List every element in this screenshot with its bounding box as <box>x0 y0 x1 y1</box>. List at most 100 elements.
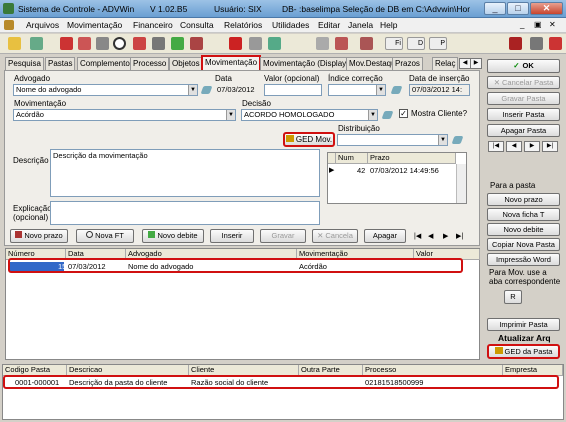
first-pasta-icon[interactable]: |◀ <box>488 141 504 152</box>
nova-ft-label: Nova FT <box>95 231 124 240</box>
prev-record-icon[interactable]: ◀ <box>428 232 433 240</box>
table-row[interactable]: 15 07/03/2012 Nome do advogado Acórdão <box>6 261 479 272</box>
novo-debite-pasta-button[interactable]: Novo debite <box>487 223 560 236</box>
chevron-down-icon[interactable]: ▼ <box>226 110 235 120</box>
menu-editar[interactable]: Editar <box>318 20 340 30</box>
menu-consulta[interactable]: Consulta <box>180 20 214 30</box>
phone-icon[interactable] <box>229 37 242 50</box>
calculator-icon[interactable] <box>509 37 522 50</box>
mostra-cliente-checkbox[interactable]: ✓ <box>399 109 408 118</box>
cancela-button[interactable]: ✕ Cancela <box>312 229 358 243</box>
descricao-textarea[interactable]: Descrição da movimentação <box>50 149 320 197</box>
apagar-button[interactable]: Apagar <box>364 229 406 243</box>
tab-pesquisa[interactable]: Pesquisa <box>5 57 44 70</box>
link-icon[interactable] <box>360 37 373 50</box>
tab-objetos[interactable]: Objetos <box>169 57 203 70</box>
last-record-icon[interactable]: ▶| <box>456 232 463 240</box>
menu-relatorios[interactable]: Relatórios <box>224 20 262 30</box>
movimentacao-select[interactable]: Acórdão ▼ <box>13 109 236 121</box>
ged-da-pasta-button[interactable]: GED da Pasta <box>487 344 560 359</box>
chevron-down-icon[interactable]: ▼ <box>188 85 197 95</box>
mail-icon[interactable] <box>268 37 281 50</box>
clock-icon[interactable] <box>113 37 126 50</box>
advogado-select[interactable]: Nome do advogado ▼ <box>13 84 198 96</box>
menu-help[interactable]: Help <box>380 20 397 30</box>
fi-icon[interactable]: Fi <box>385 37 403 50</box>
inserir-button[interactable]: Inserir <box>210 229 254 243</box>
folder-icon[interactable] <box>8 37 21 50</box>
r-button[interactable]: R <box>504 290 522 304</box>
chevron-down-icon[interactable]: ▼ <box>438 135 447 145</box>
report-icon[interactable] <box>190 37 203 50</box>
tab-prazos[interactable]: Prazos <box>392 57 423 70</box>
gravar-pasta-button[interactable]: Gravar Pasta <box>487 92 560 105</box>
tab-relacoes[interactable]: Relaç <box>432 57 458 70</box>
impressao-word-button[interactable]: Impressão Word <box>487 253 560 266</box>
last-pasta-icon[interactable]: ▶| <box>542 141 558 152</box>
tab-pastas[interactable]: Pastas <box>45 57 76 70</box>
data-insercao-field[interactable]: 07/03/2012 14: <box>409 84 470 96</box>
next-pasta-icon[interactable]: ▶ <box>524 141 540 152</box>
nova-ficha-button[interactable]: Nova ficha T <box>487 208 560 221</box>
novo-prazo-pasta-button[interactable]: Novo prazo <box>487 193 560 206</box>
prev-pasta-icon[interactable]: ◀ <box>506 141 522 152</box>
chevron-down-icon[interactable]: ▼ <box>376 85 385 95</box>
table-icon[interactable] <box>530 37 543 50</box>
copiar-nova-pasta-button[interactable]: Copiar Nova Pasta <box>487 238 560 251</box>
novo-prazo-button[interactable]: Novo prazo <box>10 229 68 243</box>
inserir-pasta-button[interactable]: Inserir Pasta <box>487 108 560 121</box>
nav-icon[interactable] <box>335 37 348 50</box>
menu-arquivos[interactable]: Arquivos <box>26 20 59 30</box>
menu-utilidades[interactable]: Utilidades <box>272 20 309 30</box>
cancelar-pasta-button[interactable]: ✕ Cancelar Pasta <box>487 76 560 89</box>
calendar-list-icon[interactable] <box>78 37 91 50</box>
people-icon[interactable] <box>30 37 43 50</box>
calendar-icon[interactable] <box>60 37 73 50</box>
explicacao-field[interactable] <box>50 201 320 225</box>
document-icon[interactable] <box>133 37 146 50</box>
tab-movimentacao-display[interactable]: Movimentação (Display) <box>260 57 352 70</box>
menu-restore-icon[interactable]: ▣ <box>534 20 542 29</box>
menu-janela[interactable]: Janela <box>348 20 373 30</box>
table-row[interactable]: 0001-000001 Descrição da pasta do client… <box>3 377 563 388</box>
prazos-scrollbar[interactable] <box>456 164 466 203</box>
menu-financeiro[interactable]: Financeiro <box>133 20 173 30</box>
data-label: Data <box>215 74 232 83</box>
chevron-down-icon[interactable]: ▼ <box>368 110 377 120</box>
decisao-select[interactable]: ACORDO HOMOLOGADO ▼ <box>241 109 378 121</box>
spreadsheet-icon[interactable] <box>152 37 165 50</box>
tab-movimentacao[interactable]: Movimentação <box>201 55 262 70</box>
descricao-label: Descrição <box>13 156 49 165</box>
data-field[interactable]: 07/03/2012 <box>214 84 260 96</box>
distribuicao-select[interactable]: ▼ <box>337 134 448 146</box>
menu-minimize-icon[interactable]: _ <box>520 20 524 29</box>
close-button[interactable]: ✕ <box>530 2 563 15</box>
mobile-icon[interactable] <box>549 37 562 50</box>
apagar-pasta-button[interactable]: Apagar Pasta <box>487 124 560 137</box>
first-record-icon[interactable]: |◀ <box>414 232 421 240</box>
dollar-doc-icon[interactable] <box>171 37 184 50</box>
next-record-icon[interactable]: ▶ <box>443 232 448 240</box>
tab-complemento[interactable]: Complemento <box>77 57 133 70</box>
nova-ft-button[interactable]: Nova FT <box>76 229 134 243</box>
printer-icon[interactable] <box>249 37 262 50</box>
ged-mov-button[interactable]: GED Mov. <box>283 132 335 147</box>
p-icon[interactable]: P <box>429 37 447 50</box>
ok-button[interactable]: ✓ OK <box>487 59 560 73</box>
minimize-button[interactable]: _ <box>484 2 506 15</box>
menu-close-icon[interactable]: ✕ <box>549 20 556 29</box>
imprimir-pasta-button[interactable]: Imprimir Pasta <box>487 318 560 331</box>
novo-debite-button[interactable]: Novo debite <box>142 229 204 243</box>
valor-field[interactable] <box>264 84 322 96</box>
indice-select[interactable]: ▼ <box>328 84 386 96</box>
tab-processo[interactable]: Processo <box>130 57 170 70</box>
novo-debite-label: Novo debite <box>157 231 198 240</box>
maximize-button[interactable]: □ <box>507 2 529 15</box>
d-icon[interactable]: D <box>407 37 425 50</box>
tab-scroll-right[interactable]: ▶ <box>470 58 482 69</box>
grid-icon[interactable] <box>96 37 109 50</box>
gravar-button[interactable]: Gravar <box>260 229 306 243</box>
key-icon[interactable] <box>316 37 329 50</box>
para-a-pasta-label: Para a pasta <box>490 181 536 190</box>
menu-movimentacao[interactable]: Movimentação <box>67 20 122 30</box>
